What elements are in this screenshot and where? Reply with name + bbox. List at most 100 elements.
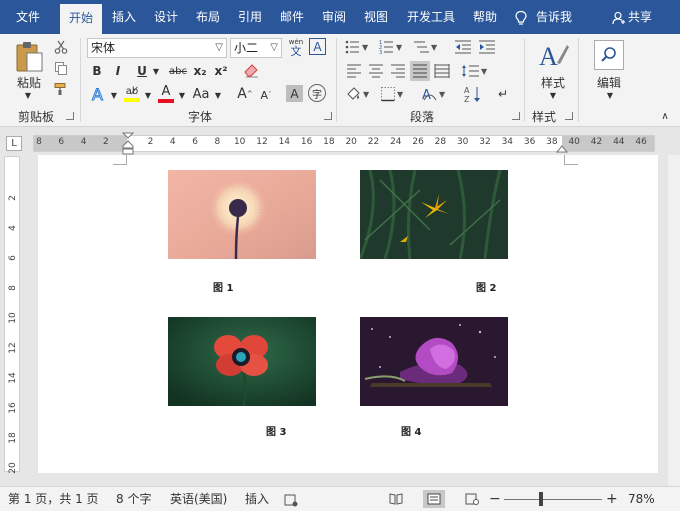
figure-image-2[interactable] xyxy=(360,170,508,259)
svg-text:3: 3 xyxy=(379,50,382,54)
zoom-slider-thumb[interactable] xyxy=(539,492,544,506)
format-painter-icon[interactable] xyxy=(52,80,70,98)
copy-icon[interactable] xyxy=(52,59,70,77)
language-status[interactable]: 英语(美国) xyxy=(170,487,227,511)
font-color-button[interactable]: A xyxy=(156,84,176,104)
styles-gallery-icon[interactable]: A xyxy=(536,38,570,72)
align-center-icon[interactable] xyxy=(367,62,385,80)
figure-image-4[interactable] xyxy=(360,317,508,406)
share-button[interactable]: 共享 xyxy=(612,0,652,34)
strikethrough-button[interactable]: abc xyxy=(166,62,190,80)
right-indent-marker-icon[interactable] xyxy=(556,142,568,154)
figure-image-1[interactable] xyxy=(168,170,316,259)
tab-developer[interactable]: 开发工具 xyxy=(400,0,462,34)
tab-selector-button[interactable]: L xyxy=(6,136,22,151)
document-page[interactable]: 图 1 图 2 图 3 图 4 xyxy=(38,155,658,473)
zoom-level[interactable]: 78% xyxy=(628,487,655,511)
word-count-status[interactable]: 8 个字 xyxy=(116,487,151,511)
zoom-slider-track[interactable] xyxy=(504,499,602,500)
find-search-icon[interactable] xyxy=(594,40,624,70)
justify-icon[interactable] xyxy=(410,61,430,81)
borders-icon[interactable]: ▼ xyxy=(379,84,407,104)
editing-dropdown-icon[interactable]: ▼ xyxy=(604,90,616,100)
show-marks-icon[interactable]: ↵ xyxy=(495,84,511,104)
editing-label[interactable]: 编辑 xyxy=(589,74,629,90)
shrink-font-button[interactable]: Aˇ xyxy=(258,86,274,104)
font-color-dropdown-icon[interactable]: ▼ xyxy=(177,88,187,102)
vertical-scrollbar[interactable] xyxy=(668,155,680,486)
paste-button[interactable] xyxy=(12,40,46,74)
styles-launcher-icon[interactable] xyxy=(565,112,573,120)
font-launcher-icon[interactable] xyxy=(324,112,332,120)
decrease-indent-icon[interactable] xyxy=(453,38,473,56)
bold-button[interactable]: B xyxy=(89,62,105,80)
tab-mailings[interactable]: 邮件 xyxy=(274,0,310,34)
styles-dropdown-icon[interactable]: ▼ xyxy=(547,90,559,100)
bullets-icon[interactable]: ▼ xyxy=(344,38,372,56)
paragraph-launcher-icon[interactable] xyxy=(512,112,520,120)
collapse-ribbon-icon[interactable]: ∧ xyxy=(658,110,672,122)
italic-button[interactable]: I xyxy=(110,62,126,80)
underline-dropdown-icon[interactable]: ▼ xyxy=(151,62,161,80)
align-right-icon[interactable] xyxy=(389,62,407,80)
clipboard-launcher-icon[interactable] xyxy=(66,112,74,120)
tab-review[interactable]: 审阅 xyxy=(316,0,352,34)
tab-layout[interactable]: 布局 xyxy=(190,0,226,34)
change-case-dropdown-icon[interactable]: ▼ xyxy=(213,88,223,102)
underline-button[interactable]: U xyxy=(134,62,150,80)
paste-dropdown-icon[interactable]: ▼ xyxy=(22,90,34,100)
ruler-tick-label: 14 xyxy=(8,372,18,384)
character-shading-button[interactable]: A xyxy=(286,85,303,102)
macro-record-icon[interactable] xyxy=(284,487,298,511)
tell-me-box[interactable]: 告诉我 xyxy=(514,0,572,34)
styles-label[interactable]: 样式 xyxy=(533,74,573,90)
tab-home[interactable]: 开始 xyxy=(60,4,102,34)
document-area[interactable]: 图 1 图 2 图 3 图 4 xyxy=(24,155,674,486)
distributed-align-icon[interactable] xyxy=(433,62,451,80)
print-layout-icon[interactable] xyxy=(423,490,445,508)
change-case-button[interactable]: Aa xyxy=(190,84,212,104)
page-count-status[interactable]: 第 1 页，共 1 页 xyxy=(8,487,99,511)
text-effects-dropdown-icon[interactable]: ▼ xyxy=(109,88,119,102)
tab-help[interactable]: 帮助 xyxy=(466,0,504,34)
read-mode-icon[interactable] xyxy=(385,490,407,508)
horizontal-ruler[interactable]: 8 6 4 2 2 4 6 8 10 12 14 16 18 20 22 24 26 28 30 32 34 36 38 40… xyxy=(33,132,655,155)
paste-label[interactable]: 粘贴 xyxy=(10,74,48,90)
chinese-layout-icon[interactable]: A ▼ xyxy=(421,84,449,104)
highlight-color-button[interactable]: ab̸ xyxy=(122,84,142,104)
superscript-button[interactable]: x² xyxy=(212,62,230,80)
web-layout-icon[interactable] xyxy=(461,490,483,508)
character-border-button[interactable]: A xyxy=(309,38,326,55)
align-left-icon[interactable] xyxy=(345,62,363,80)
increase-indent-icon[interactable] xyxy=(477,38,497,56)
shading-icon[interactable]: ▼ xyxy=(345,84,373,104)
text-effects-icon[interactable]: A xyxy=(89,84,109,104)
phonetic-guide-button[interactable]: wén 文 xyxy=(286,36,306,58)
multilevel-list-icon[interactable]: ▼ xyxy=(412,38,440,56)
tab-references[interactable]: 引用 xyxy=(232,0,268,34)
tab-file[interactable]: 文件 xyxy=(6,0,50,34)
figure-image-3[interactable] xyxy=(168,317,316,406)
cut-icon[interactable] xyxy=(52,38,70,56)
line-spacing-icon[interactable]: ▼ xyxy=(460,62,490,80)
tab-design[interactable]: 设计 xyxy=(148,0,184,34)
tell-me-label: 告诉我 xyxy=(536,10,573,24)
enclose-characters-button[interactable]: 字 xyxy=(308,84,326,102)
zoom-out-button[interactable]: − xyxy=(489,487,501,511)
highlight-dropdown-icon[interactable]: ▼ xyxy=(143,88,153,102)
indent-marker-icon[interactable] xyxy=(122,132,134,156)
vertical-ruler[interactable]: 2 4 6 8 10 12 14 16 18 20 xyxy=(4,156,20,474)
zoom-in-button[interactable]: + xyxy=(606,487,618,511)
clear-formatting-icon[interactable] xyxy=(242,62,262,80)
font-name-combo[interactable]: 宋体 ▽ xyxy=(87,38,227,58)
grow-font-button[interactable]: A ^ xyxy=(236,84,254,104)
ruler-tick-label: 14 xyxy=(278,137,291,147)
tab-insert[interactable]: 插入 xyxy=(106,0,142,34)
subscript-button[interactable]: x₂ xyxy=(191,62,209,80)
sort-icon[interactable]: AZ xyxy=(463,84,483,104)
insert-mode-status[interactable]: 插入 xyxy=(245,487,269,511)
font-size-combo[interactable]: 小二 ▽ xyxy=(230,38,282,58)
numbering-icon[interactable]: 1 2 3 ▼ xyxy=(378,38,406,56)
tab-view[interactable]: 视图 xyxy=(358,0,394,34)
purple-flower-photo xyxy=(360,317,508,406)
